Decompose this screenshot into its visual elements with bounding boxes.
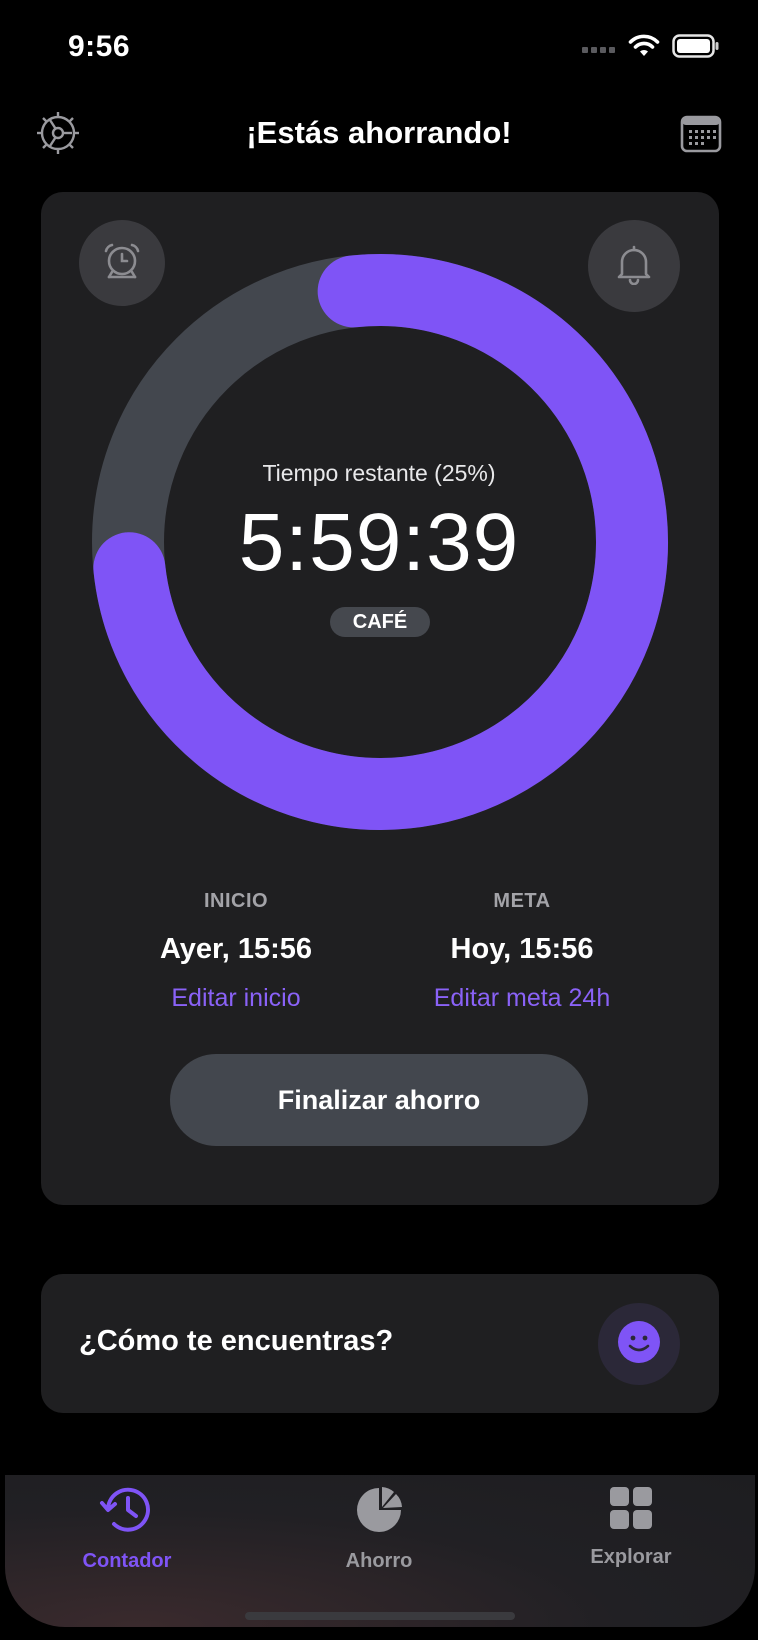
status-icons bbox=[582, 34, 720, 63]
history-clock-icon bbox=[99, 1485, 155, 1540]
calendar-button[interactable] bbox=[676, 110, 726, 160]
finish-button[interactable]: Finalizar ahorro bbox=[170, 1054, 588, 1146]
tab-ahorro[interactable]: Ahorro bbox=[279, 1485, 479, 1573]
goal-value: Hoy, 15:56 bbox=[450, 933, 594, 965]
remaining-label: Tiempo restante (25%) bbox=[262, 460, 496, 486]
tab-label-ahorro: Ahorro bbox=[345, 1550, 413, 1572]
status-time: 9:56 bbox=[68, 30, 131, 63]
start-column: INICIO Ayer, 15:56 Editar inicio bbox=[86, 890, 386, 1013]
category-badge: CAFÉ bbox=[330, 607, 430, 637]
pie-chart-icon bbox=[354, 1485, 404, 1540]
start-heading: INICIO bbox=[203, 890, 269, 912]
edit-goal-link[interactable]: Editar meta 24h bbox=[372, 984, 672, 1013]
grid-icon bbox=[608, 1485, 654, 1536]
home-indicator bbox=[245, 1612, 515, 1620]
calendar-icon bbox=[680, 113, 722, 158]
timer-value: 5:59:39 bbox=[238, 497, 520, 588]
edit-start-link[interactable]: Editar inicio bbox=[86, 984, 386, 1013]
mood-button[interactable] bbox=[598, 1303, 680, 1385]
mood-question: ¿Cómo te encuentras? bbox=[79, 1325, 394, 1357]
cellular-signal-icon bbox=[582, 40, 616, 58]
smiley-icon bbox=[617, 1320, 661, 1369]
tab-label-explorar: Explorar bbox=[590, 1546, 672, 1568]
goal-heading: META bbox=[493, 890, 551, 912]
wifi-icon bbox=[628, 34, 660, 63]
page-title: ¡Estás ahorrando! bbox=[246, 115, 512, 150]
goal-column: META Hoy, 15:56 Editar meta 24h bbox=[372, 890, 672, 1013]
battery-icon bbox=[672, 34, 720, 63]
tab-label-contador: Contador bbox=[82, 1550, 172, 1572]
start-value: Ayer, 15:56 bbox=[159, 933, 313, 965]
tab-explorar[interactable]: Explorar bbox=[531, 1485, 731, 1569]
tab-contador[interactable]: Contador bbox=[27, 1485, 227, 1573]
